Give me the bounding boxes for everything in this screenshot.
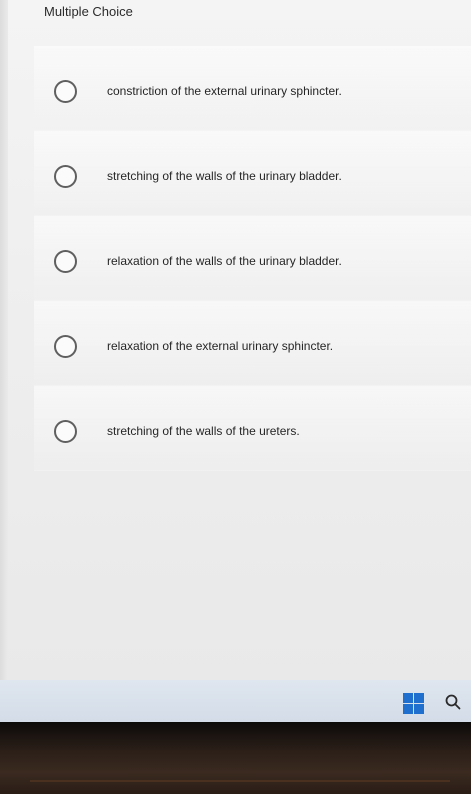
left-edge-strip [0, 0, 8, 680]
monitor-bezel [0, 722, 471, 794]
radio-button[interactable] [54, 420, 77, 443]
answer-option[interactable]: relaxation of the walls of the urinary b… [34, 216, 471, 301]
answer-option-label: stretching of the walls of the ureters. [107, 424, 300, 438]
question-type-label: Multiple Choice [44, 4, 133, 19]
answer-option[interactable]: stretching of the walls of the ureters. [34, 386, 471, 471]
answer-option-label: constriction of the external urinary sph… [107, 84, 342, 98]
search-icon[interactable] [444, 693, 462, 711]
windows-logo-icon[interactable] [403, 693, 424, 714]
taskbar [0, 680, 471, 722]
answer-option-label: stretching of the walls of the urinary b… [107, 169, 342, 183]
answer-option[interactable]: constriction of the external urinary sph… [34, 46, 471, 131]
browser-content-area: Multiple Choice constriction of the exte… [0, 0, 471, 680]
radio-button[interactable] [54, 165, 77, 188]
radio-button[interactable] [54, 250, 77, 273]
bezel-edge-line [30, 780, 450, 782]
answer-option-label: relaxation of the walls of the urinary b… [107, 254, 342, 268]
answer-option[interactable]: relaxation of the external urinary sphin… [34, 301, 471, 386]
answer-option-label: relaxation of the external urinary sphin… [107, 339, 334, 353]
answer-option[interactable]: stretching of the walls of the urinary b… [34, 131, 471, 216]
answer-options-list: constriction of the external urinary sph… [34, 46, 471, 471]
radio-button[interactable] [54, 335, 77, 358]
radio-button[interactable] [54, 80, 77, 103]
